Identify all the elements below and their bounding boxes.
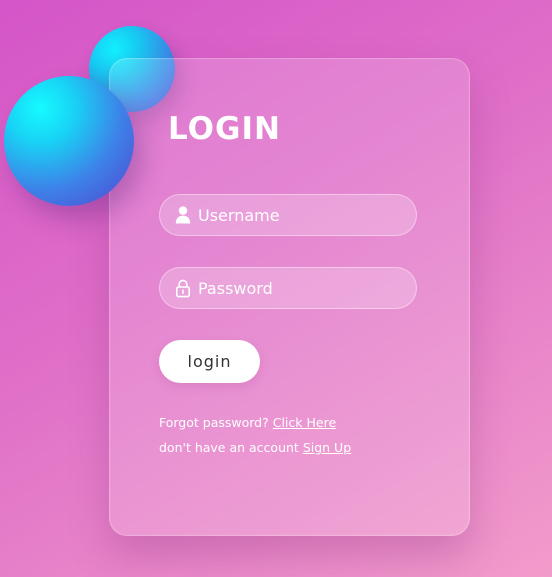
username-input[interactable] [198,195,410,235]
forgot-password-line: Forgot password? Click Here [159,415,336,430]
lock-icon [175,279,190,298]
user-icon [175,206,191,224]
signup-text: don't have an account [159,440,299,455]
password-input[interactable] [198,268,410,308]
decorative-sphere-large [4,76,134,206]
login-card: LOGIN login Forgot password? Click Here … [109,58,470,536]
password-field[interactable] [159,267,417,309]
login-button[interactable]: login [159,340,260,383]
signup-line: don't have an account Sign Up [159,440,351,455]
click-here-link[interactable]: Click Here [273,415,336,430]
username-field[interactable] [159,194,417,236]
sign-up-link[interactable]: Sign Up [303,440,351,455]
login-title: LOGIN [168,111,281,147]
forgot-password-text: Forgot password? [159,415,269,430]
